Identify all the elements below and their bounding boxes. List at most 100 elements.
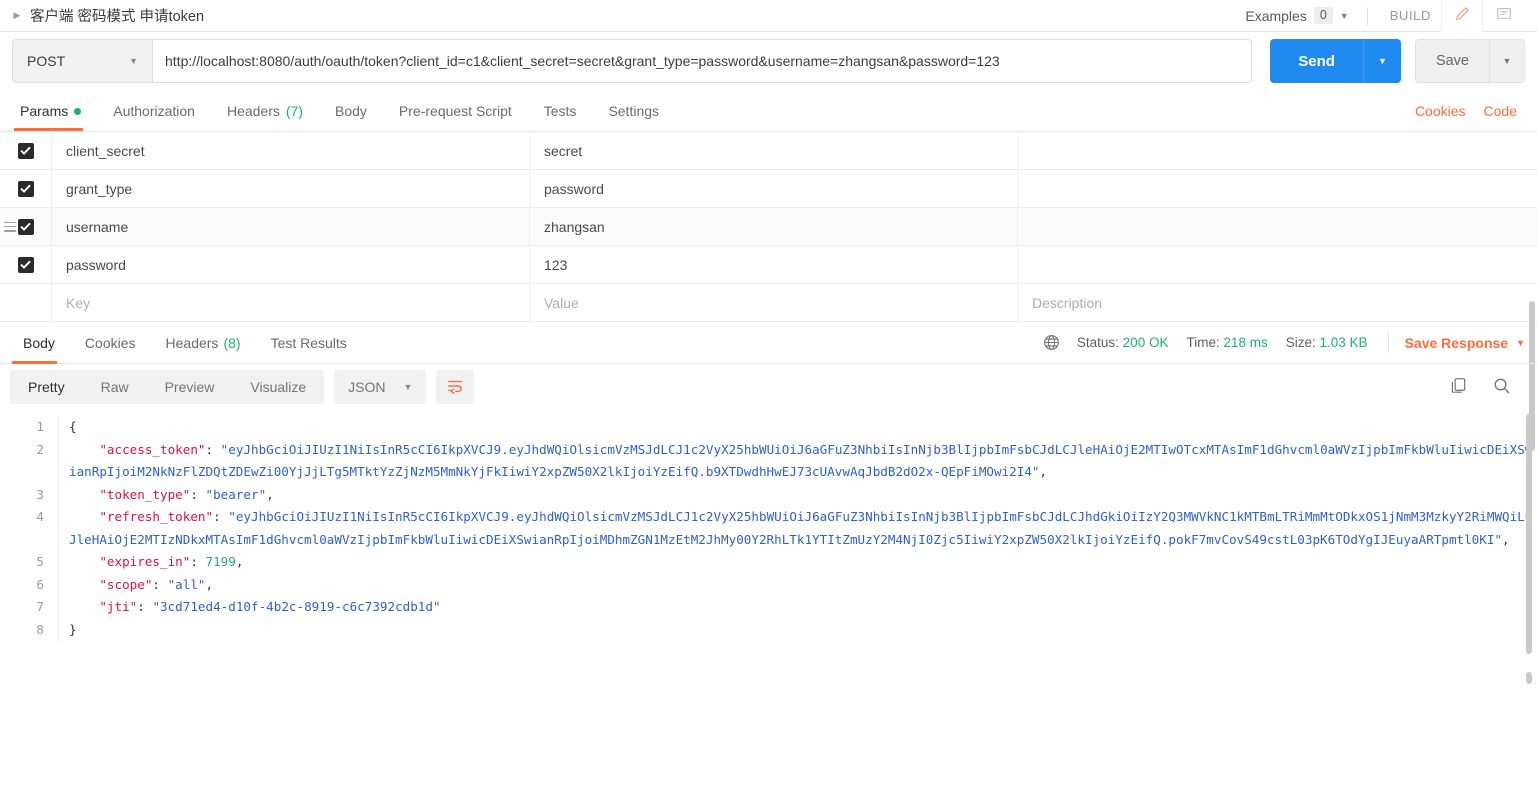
- checkbox-checked-icon[interactable]: [17, 256, 34, 273]
- tab-authorization[interactable]: Authorization: [97, 91, 211, 131]
- code-link[interactable]: Code: [1484, 103, 1517, 119]
- checkbox-unchecked-icon[interactable]: [18, 295, 34, 311]
- row-checkbox-cell: [0, 170, 52, 207]
- viewer-tab-preview[interactable]: Preview: [147, 370, 233, 404]
- code-token: :: [152, 576, 168, 592]
- status-value: 200 OK: [1122, 335, 1169, 350]
- row-checkbox-cell: [0, 284, 52, 321]
- new-param-value-input[interactable]: Value: [530, 284, 1018, 321]
- response-viewer-toolbar: Pretty Raw Preview Visualize JSON ▼: [0, 364, 1537, 410]
- response-body-viewer[interactable]: 1 2 3 4 5 6 7 8 { "access_token": "eyJhbGciOi…: [0, 410, 1537, 740]
- edit-button[interactable]: [1441, 0, 1483, 32]
- param-value[interactable]: secret: [530, 132, 1018, 169]
- viewer-tab-visualize[interactable]: Visualize: [232, 370, 324, 404]
- postman-window: ▶ 客户端 密码模式 申请token Examples 0 ▼ BUILD PO…: [0, 0, 1537, 791]
- build-label[interactable]: BUILD: [1380, 8, 1441, 23]
- code-line: "refresh_token": "eyJhbGciOiJIUzI1NiIsIn…: [69, 506, 1537, 551]
- param-value[interactable]: password: [530, 170, 1018, 207]
- code-line: "scope": "all",: [69, 574, 1537, 597]
- line-number-spacer: [0, 529, 44, 552]
- viewer-actions: [1449, 376, 1525, 398]
- size-badge: Size: 1.03 KB: [1286, 335, 1368, 350]
- tab-settings[interactable]: Settings: [592, 91, 675, 131]
- response-tab-headers[interactable]: Headers (8): [151, 322, 256, 364]
- param-value[interactable]: 123: [530, 246, 1018, 283]
- response-scrollbar-thumb-secondary[interactable]: [1526, 672, 1532, 684]
- line-number: 5: [36, 554, 44, 569]
- response-tab-test-results[interactable]: Test Results: [256, 322, 362, 364]
- response-tab-headers-label: Headers: [165, 334, 219, 351]
- time-badge: Time: 218 ms: [1186, 335, 1267, 350]
- chevron-down-icon: ▼: [1339, 10, 1349, 21]
- cookies-link[interactable]: Cookies: [1415, 103, 1466, 119]
- json-response-content[interactable]: { "access_token": "eyJhbGciOiJIUzI1NiIsI…: [58, 416, 1537, 641]
- tab-body[interactable]: Body: [319, 91, 383, 131]
- table-row[interactable]: grant_type password: [0, 170, 1537, 208]
- response-tab-body[interactable]: Body: [8, 322, 70, 364]
- param-key[interactable]: grant_type: [52, 170, 530, 207]
- save-options-caret-icon[interactable]: ▼: [1489, 39, 1525, 83]
- word-wrap-button[interactable]: [436, 370, 475, 404]
- chevron-down-icon: ▼: [403, 382, 413, 392]
- table-row[interactable]: password 123: [0, 246, 1537, 284]
- send-options-caret-icon[interactable]: ▼: [1362, 39, 1401, 83]
- table-row[interactable]: client_secret secret: [0, 132, 1537, 170]
- copy-icon[interactable]: [1449, 376, 1468, 398]
- viewer-tab-pretty[interactable]: Pretty: [10, 370, 83, 404]
- checkbox-checked-icon[interactable]: [17, 218, 34, 235]
- table-row[interactable]: username zhangsan: [0, 208, 1537, 246]
- response-format-select[interactable]: JSON ▼: [334, 370, 427, 404]
- response-format-value: JSON: [348, 379, 386, 395]
- param-description[interactable]: [1018, 132, 1537, 169]
- examples-dropdown[interactable]: Examples 0 ▼: [1239, 7, 1354, 24]
- search-icon[interactable]: [1492, 376, 1511, 398]
- tab-pre-request-script-label: Pre-request Script: [398, 103, 512, 119]
- param-key[interactable]: client_secret: [52, 132, 530, 169]
- globe-icon[interactable]: [1042, 333, 1061, 352]
- save-response-button[interactable]: Save Response ▼: [1405, 335, 1525, 351]
- save-button-group: Save ▼: [1414, 39, 1525, 83]
- param-description[interactable]: [1018, 170, 1537, 207]
- chevron-right-icon[interactable]: ▶: [10, 9, 24, 23]
- param-key[interactable]: username: [52, 208, 530, 245]
- new-param-description-input[interactable]: Description: [1018, 284, 1537, 321]
- divider: [1387, 332, 1389, 353]
- drag-handle-icon[interactable]: [4, 221, 16, 232]
- examples-label: Examples: [1245, 7, 1307, 24]
- checkbox-checked-icon[interactable]: [17, 142, 34, 159]
- code-area: 1 2 3 4 5 6 7 8 { "access_token": "eyJhbGciOi…: [0, 410, 1537, 641]
- viewer-tab-raw[interactable]: Raw: [83, 370, 147, 404]
- save-button[interactable]: Save: [1414, 39, 1489, 83]
- code-token: {: [69, 419, 77, 434]
- response-tab-cookies-label: Cookies: [84, 334, 136, 351]
- url-input[interactable]: http://localhost:8080/auth/oauth/token?c…: [152, 39, 1253, 83]
- http-method-value: POST: [27, 53, 66, 69]
- tab-headers[interactable]: Headers (7): [211, 91, 319, 131]
- code-token: :: [190, 486, 206, 502]
- tab-tests[interactable]: Tests: [528, 91, 593, 131]
- comment-button[interactable]: [1483, 0, 1525, 32]
- param-description[interactable]: [1018, 246, 1537, 283]
- param-key[interactable]: password: [52, 246, 530, 283]
- response-scrollbar-thumb[interactable]: [1526, 414, 1532, 654]
- tab-params[interactable]: Params: [12, 91, 97, 131]
- param-value[interactable]: zhangsan: [530, 208, 1018, 245]
- new-param-key-input[interactable]: Key: [52, 284, 530, 321]
- code-token: ,: [1039, 464, 1048, 479]
- checkbox-checked-icon[interactable]: [17, 180, 34, 197]
- tab-pre-request-script[interactable]: Pre-request Script: [383, 91, 528, 131]
- table-row-empty[interactable]: Key Value Description: [0, 284, 1537, 322]
- http-method-select[interactable]: POST ▼: [12, 39, 152, 83]
- response-scrollbar[interactable]: [1525, 410, 1533, 740]
- chevron-down-icon: ▼: [129, 56, 138, 66]
- send-button[interactable]: Send: [1270, 39, 1363, 83]
- response-tab-cookies[interactable]: Cookies: [70, 322, 151, 364]
- response-tab-test-results-label: Test Results: [270, 334, 347, 351]
- status-badge: Status: 200 OK: [1077, 335, 1169, 350]
- comment-icon: [1495, 5, 1513, 26]
- param-description[interactable]: [1018, 208, 1537, 245]
- tab-headers-count: (7): [285, 103, 303, 119]
